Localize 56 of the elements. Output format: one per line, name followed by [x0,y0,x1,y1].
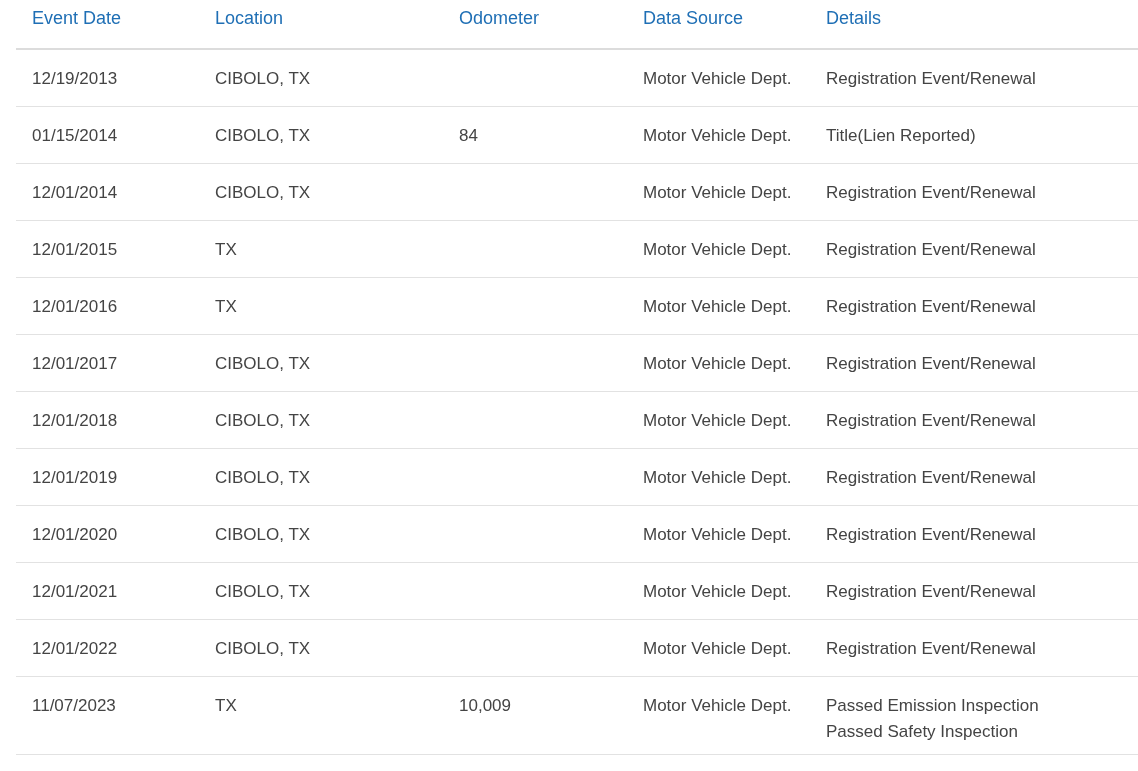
data-source-cell: Motor Vehicle Dept. [643,183,792,202]
details-cell-text: Registration Event/Renewal [826,582,1037,602]
data-source-cell: Motor Vehicle Dept. [643,297,792,316]
details-cell-text: Title(Lien Reported) [826,126,977,146]
date-cell: 12/01/2019 [32,468,118,487]
details-cell-text: Registration Event/Renewal [826,468,1037,488]
column-header[interactable]: Details [826,8,882,28]
details-cell-text: Registration Event/Renewal [826,297,1037,317]
odometer-cell: 84 [459,126,478,145]
location-cell: TX [215,240,237,259]
details-cell-text: Registration Event/Renewal [826,240,1037,260]
location-cell: TX [215,696,237,715]
data-source-cell: Motor Vehicle Dept. [643,696,792,715]
details-cell-text: Passed Safety Inspection [826,722,1019,742]
date-cell: 12/01/2021 [32,582,118,601]
data-source-cell: Motor Vehicle Dept. [643,354,792,373]
details-cell-text: Registration Event/Renewal [826,183,1037,203]
location-cell: CIBOLO, TX [215,468,311,487]
column-header[interactable]: Data Source [643,8,744,28]
details-cell-text: Registration Event/Renewal [826,639,1037,659]
location-cell: CIBOLO, TX [215,582,311,601]
data-source-cell: Motor Vehicle Dept. [643,582,792,601]
location-cell: CIBOLO, TX [215,639,311,658]
location-cell: CIBOLO, TX [215,411,311,430]
location-cell: CIBOLO, TX [215,69,311,88]
data-source-cell: Motor Vehicle Dept. [643,468,792,487]
date-cell: 12/01/2020 [32,525,118,544]
date-cell: 12/01/2017 [32,354,118,373]
date-cell: 12/01/2022 [32,639,118,658]
data-source-cell: Motor Vehicle Dept. [643,126,792,145]
column-header[interactable]: Location [215,8,284,28]
date-cell: 01/15/2014 [32,126,118,145]
date-cell: 12/01/2014 [32,183,118,202]
location-cell: CIBOLO, TX [215,525,311,544]
data-source-cell: Motor Vehicle Dept. [643,525,792,544]
date-cell: 12/01/2016 [32,297,118,316]
details-cell-text: Registration Event/Renewal [826,69,1037,89]
column-header[interactable]: Odometer [459,8,540,28]
details-cell-text: Registration Event/Renewal [826,411,1037,431]
odometer-cell: 10,009 [459,696,511,715]
date-cell: 12/19/2013 [32,69,118,88]
location-cell: CIBOLO, TX [215,183,311,202]
details-cell-text: Passed Emission Inspection [826,696,1040,716]
data-source-cell: Motor Vehicle Dept. [643,240,792,259]
date-cell: 11/07/2023 [32,696,116,715]
details-cell-text: Registration Event/Renewal [826,525,1037,545]
data-source-cell: Motor Vehicle Dept. [643,69,792,88]
details-cell-text: Registration Event/Renewal [826,354,1037,374]
column-header[interactable]: Event Date [32,8,122,28]
date-cell: 12/01/2018 [32,411,118,430]
location-cell: CIBOLO, TX [215,126,311,145]
date-cell: 12/01/2015 [32,240,118,259]
location-cell: CIBOLO, TX [215,354,311,373]
data-source-cell: Motor Vehicle Dept. [643,411,792,430]
data-source-cell: Motor Vehicle Dept. [643,639,792,658]
location-cell: TX [215,297,237,316]
